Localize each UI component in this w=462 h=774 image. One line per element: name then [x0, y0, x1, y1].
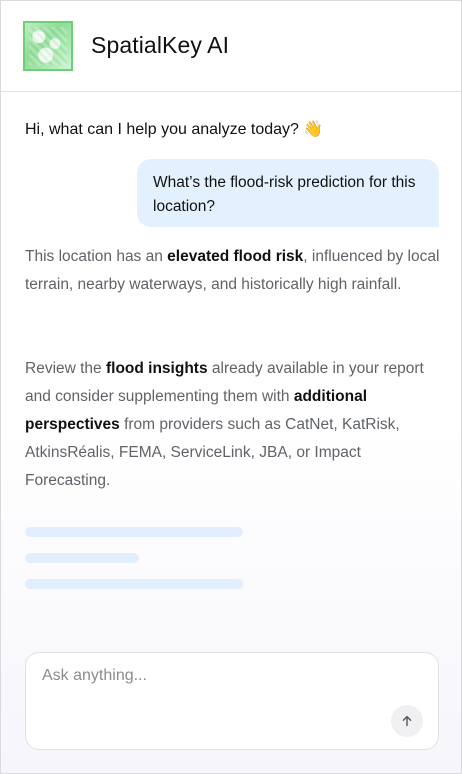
- app-logo: [23, 21, 73, 71]
- assistant-greeting: Hi, what can I help you analyze today? 👋: [25, 119, 323, 139]
- assistant-reply-paragraph-2: Review the flood insights already availa…: [25, 355, 443, 495]
- loading-skeleton-line: [25, 579, 243, 589]
- reply-text: This location has an: [25, 248, 168, 265]
- reply-emphasis: flood insights: [105, 360, 208, 377]
- reply-text: Review the: [25, 360, 106, 377]
- arrow-up-icon: [402, 715, 412, 727]
- loading-skeleton-line: [25, 527, 243, 537]
- app-title: SpatialKey AI: [91, 32, 230, 58]
- loading-skeleton-line: [25, 553, 139, 563]
- greeting-text: Hi, what can I help you analyze today?: [25, 121, 299, 138]
- user-message-text: What’s the flood-risk prediction for thi…: [153, 174, 416, 215]
- user-message-bubble: What’s the flood-risk prediction for thi…: [137, 159, 439, 227]
- app-header: SpatialKey AI: [1, 1, 461, 92]
- chat-window: SpatialKey AI Hi, what can I help you an…: [0, 0, 462, 774]
- ask-input[interactable]: [42, 667, 402, 685]
- reply-emphasis: elevated flood risk: [167, 248, 304, 265]
- message-composer: [25, 652, 439, 750]
- send-button[interactable]: [391, 705, 423, 737]
- assistant-reply-paragraph-1: This location has an elevated flood risk…: [25, 243, 443, 299]
- waving-hand-icon: 👋: [303, 119, 324, 138]
